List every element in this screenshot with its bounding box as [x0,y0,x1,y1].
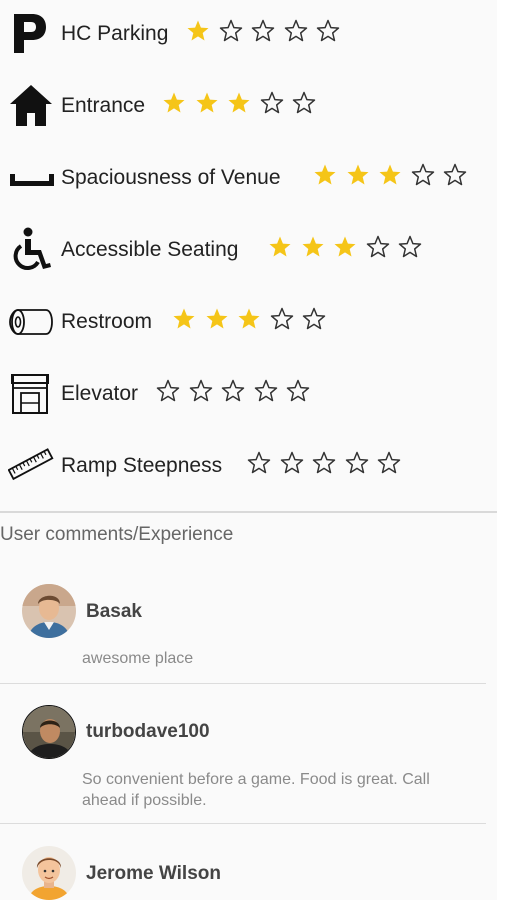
rating-label: Entrance [61,94,146,117]
star-empty-icon[interactable] [316,16,349,46]
star-filled-icon[interactable] [301,232,334,262]
section-divider [0,511,497,513]
rating-row-restroom: Restroom [0,292,497,352]
rating-row-elevator: Elevator [0,364,497,424]
star-empty-icon[interactable] [260,88,293,118]
star-empty-icon[interactable] [284,16,317,46]
star-filled-icon[interactable] [195,88,228,118]
rating-label: Elevator [61,382,139,405]
star-rating[interactable] [268,232,431,262]
star-filled-icon[interactable] [346,160,379,190]
spaciousness-icon [8,154,54,200]
star-empty-icon[interactable] [302,304,335,334]
star-filled-icon[interactable] [162,88,195,118]
star-empty-icon[interactable] [292,88,325,118]
comment-author: Basak [86,601,142,622]
star-empty-icon[interactable] [398,232,431,262]
star-empty-icon[interactable] [270,304,303,334]
rating-label: HC Parking [61,22,169,45]
wheelchair-icon [8,226,54,272]
star-filled-icon[interactable] [186,16,219,46]
avatar [22,584,76,638]
rating-label: Accessible Seating [61,238,239,261]
rating-row-hc-parking: HC Parking [0,4,497,64]
content-area: HC Parking Entrance Spaciousness of Venu… [0,0,497,900]
star-empty-icon[interactable] [254,376,287,406]
star-empty-icon[interactable] [345,448,378,478]
star-empty-icon[interactable] [377,448,410,478]
rating-row-ramp-steepness: Ramp Steepness [0,436,497,496]
rating-label: Ramp Steepness [61,454,223,477]
star-empty-icon[interactable] [366,232,399,262]
star-empty-icon[interactable] [286,376,319,406]
star-empty-icon[interactable] [443,160,476,190]
rating-row-entrance: Entrance [0,76,497,136]
comment-item[interactable]: Jerome Wilson [0,824,497,900]
star-empty-icon[interactable] [251,16,284,46]
star-filled-icon[interactable] [205,304,238,334]
comments-section-title: User comments/Experience [0,524,234,545]
star-rating[interactable] [162,88,325,118]
star-filled-icon[interactable] [333,232,366,262]
right-edge [497,0,507,900]
star-empty-icon[interactable] [156,376,189,406]
avatar [22,846,76,900]
rating-label: Restroom [61,310,153,333]
parking-icon [8,10,54,56]
rating-label: Spaciousness of Venue [61,166,281,189]
star-rating[interactable] [313,160,476,190]
avatar [22,705,76,759]
comment-text: awesome place [82,650,194,667]
star-empty-icon[interactable] [221,376,254,406]
star-empty-icon[interactable] [280,448,313,478]
star-filled-icon[interactable] [378,160,411,190]
star-filled-icon[interactable] [227,88,260,118]
elevator-icon [8,370,54,416]
star-rating[interactable] [172,304,335,334]
star-empty-icon[interactable] [411,160,444,190]
venue-accessibility-screen: HC Parking Entrance Spaciousness of Venu… [0,0,507,900]
ramp-icon [8,442,54,488]
star-filled-icon[interactable] [172,304,205,334]
star-filled-icon[interactable] [313,160,346,190]
toilet-paper-icon [8,298,54,344]
comment-author: turbodave100 [86,721,210,742]
rating-row-spaciousness: Spaciousness of Venue [0,148,497,208]
star-rating[interactable] [156,376,319,406]
comment-text: So convenient before a game. Food is gre… [82,771,430,809]
star-empty-icon[interactable] [247,448,280,478]
house-icon [8,82,54,128]
comment-author: Jerome Wilson [86,863,221,884]
star-rating[interactable] [186,16,349,46]
star-filled-icon[interactable] [268,232,301,262]
star-empty-icon[interactable] [219,16,252,46]
star-empty-icon[interactable] [189,376,222,406]
star-rating[interactable] [247,448,410,478]
rating-row-accessible-seating: Accessible Seating [0,220,497,280]
star-filled-icon[interactable] [237,304,270,334]
comment-item[interactable]: Basak awesome place [0,560,497,684]
star-empty-icon[interactable] [312,448,345,478]
comment-item[interactable]: turbodave100 So convenient before a game… [0,684,497,824]
